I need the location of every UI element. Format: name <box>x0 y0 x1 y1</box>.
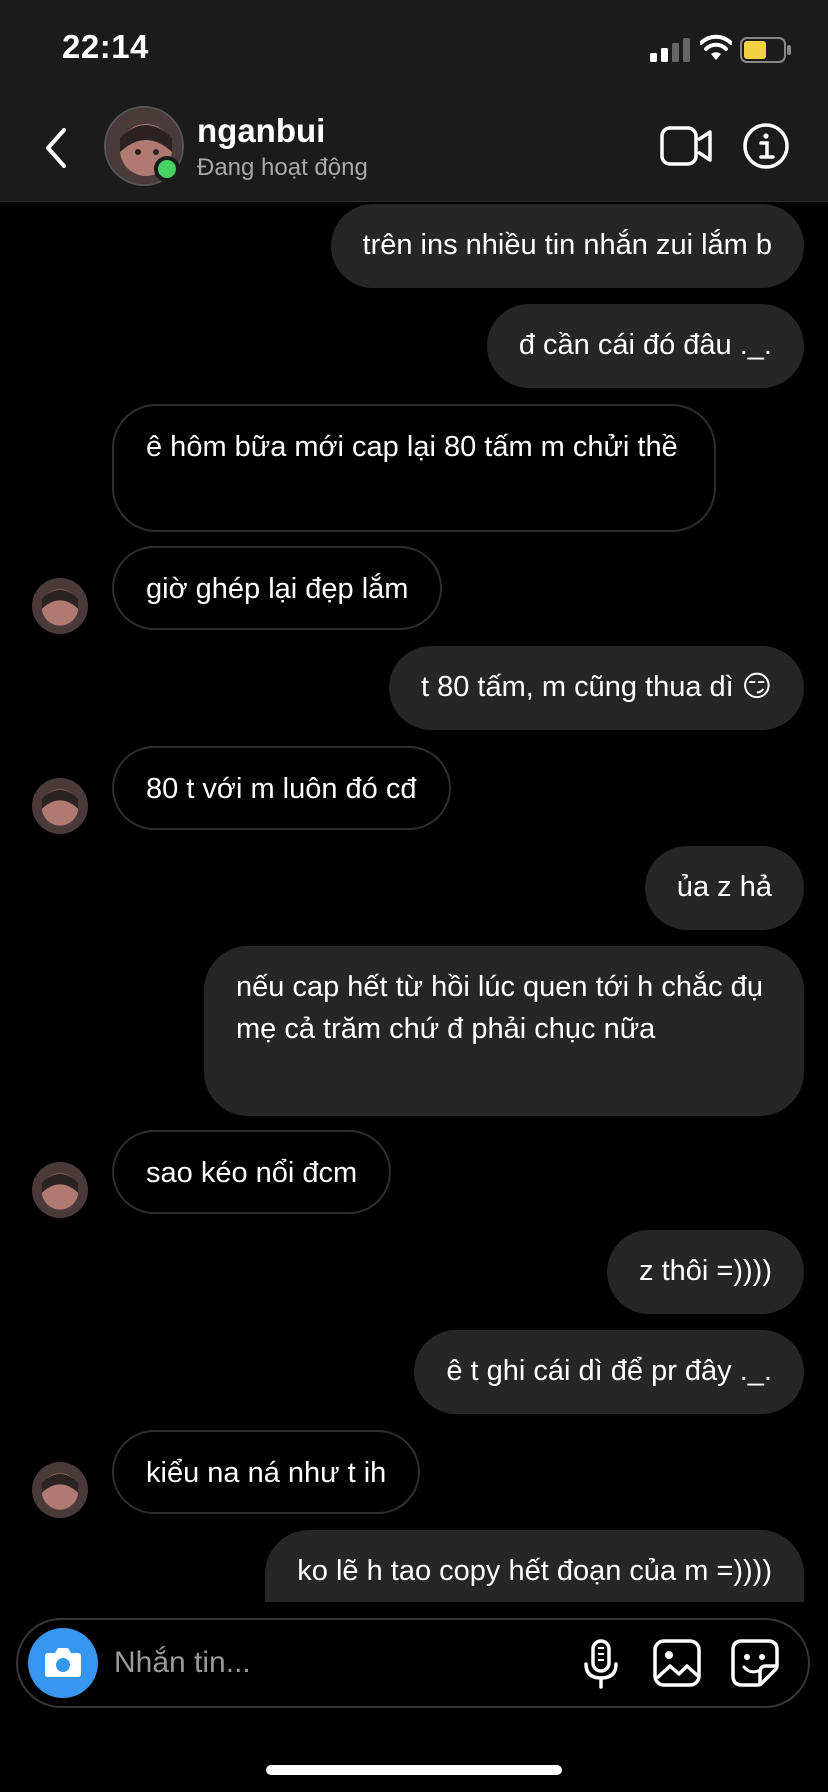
message-bubble-sent[interactable]: nếu cap hết từ hồi lúc quen tới h chắc đ… <box>204 946 804 1116</box>
home-indicator[interactable] <box>266 1765 562 1775</box>
message-composer <box>16 1618 810 1708</box>
gallery-icon[interactable] <box>652 1638 702 1688</box>
camera-button[interactable] <box>28 1628 98 1698</box>
message-bubble-sent[interactable]: z thôi =)))) <box>607 1230 804 1314</box>
message-bubble-received[interactable]: giờ ghép lại đẹp lắm <box>112 546 443 630</box>
contact-name[interactable]: nganbui <box>197 112 325 150</box>
sender-avatar[interactable] <box>32 1162 88 1218</box>
status-bar: 22:14 <box>0 0 828 100</box>
sender-avatar[interactable] <box>32 578 88 634</box>
message-bubble-received[interactable]: 80 t với m luôn đó cđ <box>112 746 451 830</box>
message-bubble-sent[interactable]: đ cần cái đó đâu ._. <box>486 304 804 388</box>
message-input[interactable] <box>112 1636 492 1690</box>
camera-icon <box>45 1648 81 1677</box>
sender-avatar[interactable] <box>32 778 88 834</box>
microphone-icon[interactable] <box>578 1638 624 1690</box>
message-bubble-sent[interactable]: t 80 tấm, m cũng thua dì 😏 <box>388 646 804 730</box>
cellular-signal-icon <box>650 38 690 62</box>
wifi-icon <box>700 34 732 60</box>
message-bubble-received[interactable]: sao kéo nổi đcm <box>112 1130 392 1214</box>
message-bubble-sent[interactable]: ê t ghi cái dì để pr đây ._. <box>414 1330 804 1414</box>
message-bubble-sent[interactable]: ko lẽ h tao copy hết đoạn của m =)))) <box>265 1530 804 1602</box>
message-bubble-received[interactable]: kiểu na ná như t ih <box>112 1430 421 1514</box>
video-camera-icon[interactable] <box>660 124 712 168</box>
sticker-icon[interactable] <box>730 1638 780 1688</box>
sender-avatar[interactable] <box>32 1462 88 1518</box>
battery-icon <box>740 37 791 63</box>
message-bubble-sent[interactable]: ủa z hả <box>644 846 804 930</box>
back-chevron-icon[interactable] <box>38 124 74 172</box>
chat-header: nganbui Đang hoạt động <box>0 100 828 202</box>
info-icon[interactable] <box>742 122 790 170</box>
contact-status: Đang hoạt động <box>197 154 368 181</box>
message-bubble-sent[interactable]: trên ins nhiều tin nhắn zui lắm b <box>330 204 804 288</box>
status-time: 22:14 <box>62 28 149 65</box>
online-status-dot <box>154 156 180 182</box>
message-bubble-received[interactable]: ê hôm bữa mới cap lại 80 tấm m chửi thề <box>112 404 716 532</box>
